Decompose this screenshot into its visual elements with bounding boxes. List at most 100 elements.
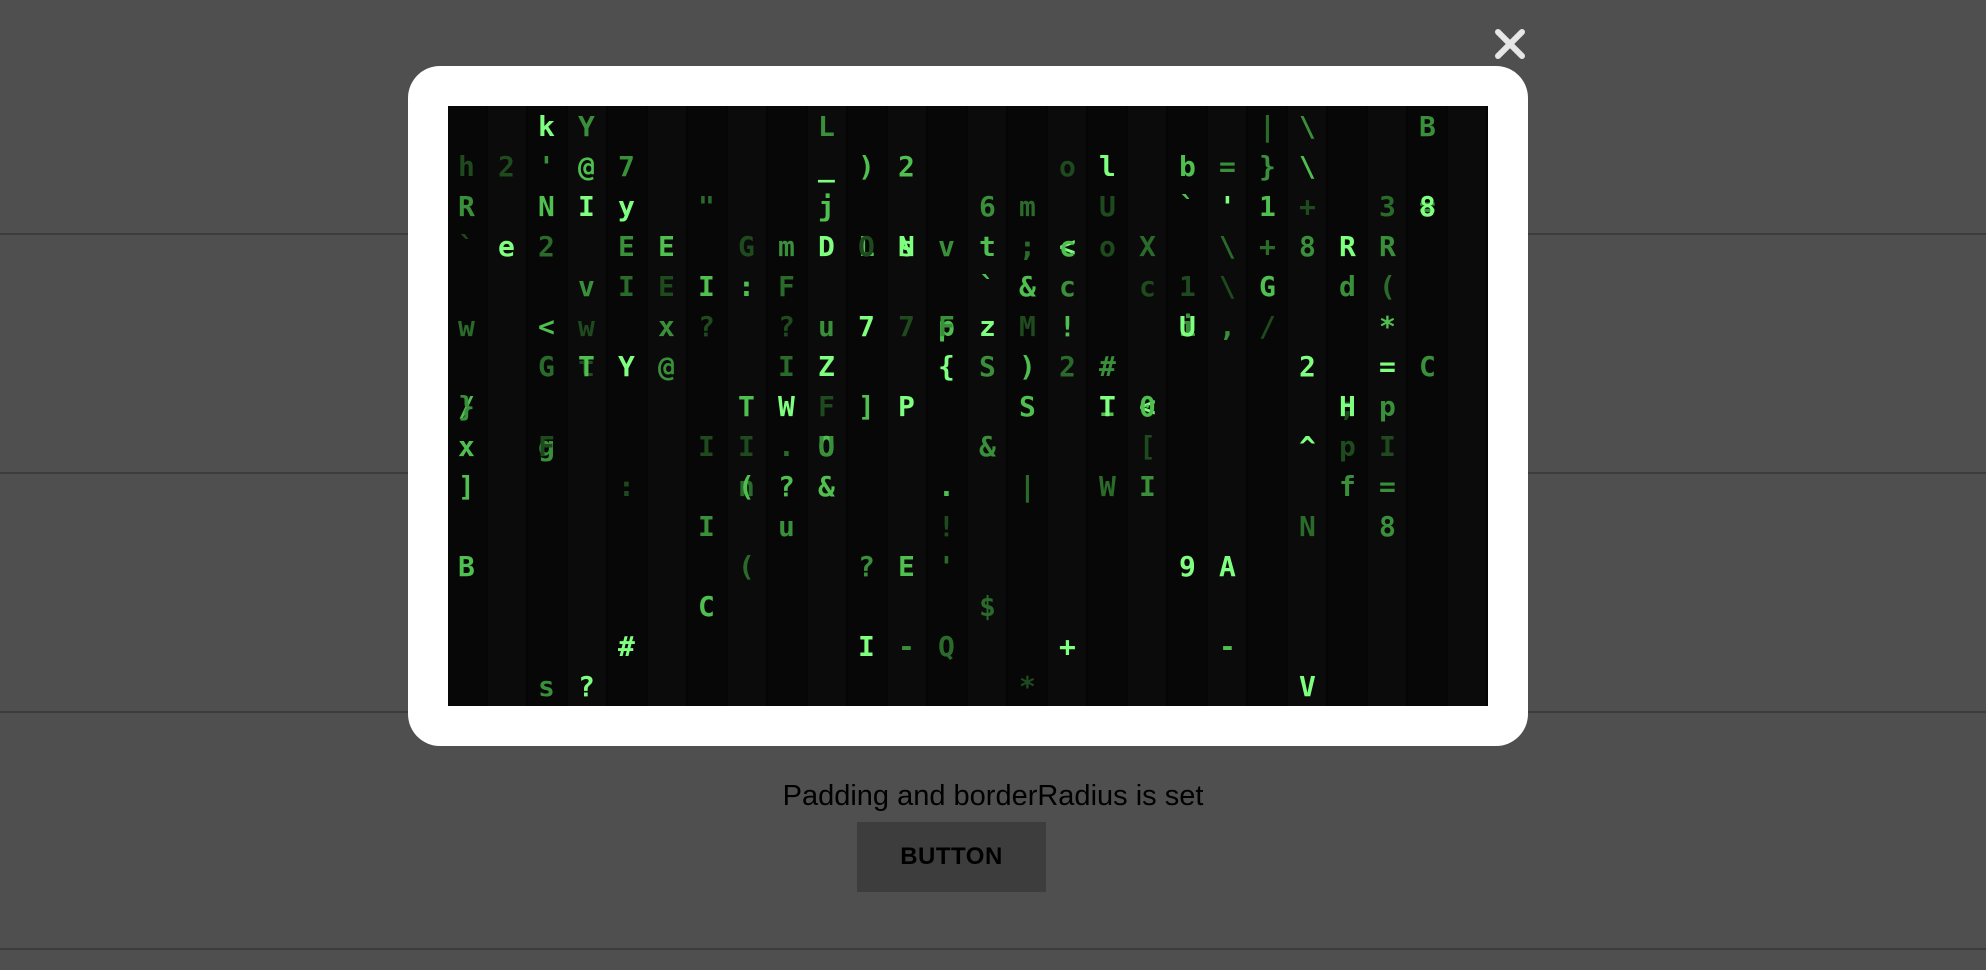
code-glyph: o [1099, 230, 1116, 263]
code-glyph: H [1339, 390, 1356, 423]
code-glyph: R [1339, 230, 1356, 263]
code-glyph: 1 [1259, 190, 1276, 223]
code-glyph: ] [858, 390, 875, 423]
code-glyph: ' [1219, 190, 1236, 223]
code-glyph: 2 [898, 150, 915, 183]
code-glyph: E [618, 230, 635, 263]
code-glyph: } [1259, 150, 1276, 183]
code-glyph: S [979, 350, 996, 383]
code-glyph: 2 [1059, 350, 1076, 383]
code-glyph: B [458, 550, 475, 583]
code-glyph: z [979, 310, 996, 343]
code-glyph: l [1099, 150, 1116, 183]
code-glyph: \ [1219, 230, 1236, 263]
code-glyph: c [1059, 270, 1076, 303]
code-glyph: ? [578, 670, 595, 703]
code-glyph: e [498, 230, 515, 263]
code-column [1048, 106, 1086, 706]
code-glyph: 2 [1299, 350, 1316, 383]
code-glyph: = [1219, 150, 1236, 183]
code-glyph: | [1019, 470, 1036, 503]
code-glyph: ) [1019, 350, 1036, 383]
code-glyph: : [738, 270, 755, 303]
code-glyph: ! [1059, 310, 1076, 343]
code-glyph: E [898, 550, 915, 583]
code-glyph: C [698, 590, 715, 623]
code-glyph: 7 [898, 310, 915, 343]
code-glyph: T [578, 350, 595, 383]
code-glyph: ) [858, 150, 875, 183]
code-glyph: w [458, 310, 475, 343]
code-glyph: p [1339, 430, 1356, 463]
code-glyph: E [658, 270, 675, 303]
code-glyph: I [698, 270, 715, 303]
code-glyph: W [1099, 470, 1116, 503]
code-glyph: 1 [1179, 270, 1196, 303]
code-glyph: I [698, 430, 715, 463]
code-glyph: ? [858, 550, 875, 583]
code-glyph: ; [1019, 230, 1036, 263]
code-glyph: T [1099, 390, 1116, 423]
code-glyph: & [1019, 270, 1036, 303]
code-glyph: 8 [1379, 510, 1396, 543]
code-glyph: v [938, 230, 955, 263]
code-glyph: @ [658, 350, 675, 383]
code-glyph: G [1259, 270, 1276, 303]
code-glyph: 2 [538, 230, 555, 263]
background-divider [0, 948, 1986, 950]
code-glyph: 3 [1379, 190, 1396, 223]
code-glyph: * [1019, 670, 1036, 703]
modal-dialog: h R ` / w B} x] 2 e k ' N 2 g < Gs F Y @ It v w T? 7 y E I: Y # E Ex @ "… [408, 66, 1528, 746]
code-glyph: \ [1299, 150, 1316, 183]
code-glyph: x [658, 310, 675, 343]
code-glyph: & [818, 470, 835, 503]
code-glyph: ( [738, 550, 755, 583]
code-glyph: 8 [1419, 190, 1436, 223]
code-column [928, 106, 966, 706]
code-glyph: G [538, 350, 555, 383]
code-glyph: k [538, 110, 555, 143]
code-glyph: I [578, 190, 595, 223]
code-glyph: d [1339, 270, 1356, 303]
code-glyph: ] [458, 470, 475, 503]
close-button[interactable] [1492, 26, 1528, 62]
code-glyph: ? [698, 310, 715, 343]
code-glyph: E [658, 230, 675, 263]
code-glyph: U [818, 430, 835, 463]
code-glyph: Y [618, 350, 635, 383]
code-glyph: T [738, 390, 755, 423]
code-glyph: b [1179, 150, 1196, 183]
code-glyph: F [818, 390, 835, 423]
code-glyph: ^ [1299, 430, 1316, 463]
code-glyph: 9 [1179, 550, 1196, 583]
code-glyph: | [1259, 110, 1276, 143]
matrix-image: h R ` / w B} x] 2 e k ' N 2 g < Gs F Y @ It v w T? 7 y E I: Y # E Ex @ "… [448, 106, 1488, 706]
code-glyph: / [1259, 310, 1276, 343]
code-glyph: w [578, 310, 595, 343]
action-button[interactable]: BUTTON [857, 822, 1046, 892]
code-glyph: = [1379, 470, 1396, 503]
code-glyph: ( [1379, 270, 1396, 303]
code-glyph: ? [778, 310, 795, 343]
code-glyph: m [1019, 190, 1036, 223]
code-glyph: ! [938, 510, 955, 543]
code-glyph: M [1019, 310, 1036, 343]
code-glyph: . [778, 430, 795, 463]
code-glyph: u [818, 310, 835, 343]
code-glyph: N [1299, 510, 1316, 543]
code-glyph: F [938, 310, 955, 343]
code-glyph: ` [458, 230, 475, 263]
code-glyph: s [898, 230, 915, 263]
code-glyph: v [578, 270, 595, 303]
code-glyph: h [458, 150, 475, 183]
code-glyph: f [1339, 470, 1356, 503]
code-glyph: Q [938, 630, 955, 663]
code-glyph: < [538, 310, 555, 343]
code-glyph: - [1219, 630, 1236, 663]
close-icon [1495, 29, 1525, 59]
caption-text: Padding and borderRadius is set [782, 780, 1204, 812]
code-glyph: t [979, 230, 996, 263]
code-glyph: Z [818, 350, 835, 383]
matrix-code-rain-picture: hR`/wB}x]2ek'N2g<GsFY@ItvwT?7yEI:Y#EEx@"… [448, 106, 1486, 706]
code-glyph: O [858, 230, 875, 263]
